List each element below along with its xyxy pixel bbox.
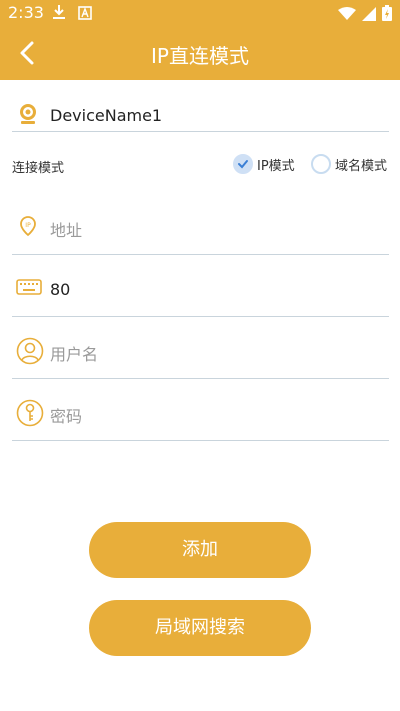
domain-mode-label: 域名模式 xyxy=(335,158,388,174)
domain-mode-radio[interactable]: 域名模式 xyxy=(311,154,387,174)
wifi-icon xyxy=(338,6,356,25)
radio-unchecked-icon[interactable] xyxy=(311,154,331,174)
user-icon xyxy=(16,337,44,365)
download-icon xyxy=(52,4,66,24)
battery-charging-icon xyxy=(382,5,392,25)
key-icon xyxy=(16,399,44,427)
check-icon[interactable] xyxy=(233,154,253,174)
username-input[interactable]: 用户名 xyxy=(50,341,98,365)
status-time: 2:33 xyxy=(8,3,44,22)
status-bar: 2:33 xyxy=(0,0,400,26)
keyboard-a-icon xyxy=(78,5,92,24)
port-field[interactable]: 80 xyxy=(12,255,389,317)
add-button[interactable]: 添加 xyxy=(89,522,311,578)
ip-mode-label: IP模式 xyxy=(257,158,295,174)
device-name-value[interactable]: DeviceName1 xyxy=(50,106,162,125)
username-field[interactable]: 用户名 xyxy=(12,317,389,379)
svg-text:IP: IP xyxy=(25,222,31,229)
password-input[interactable]: 密码 xyxy=(50,403,82,427)
keyboard-icon xyxy=(16,277,44,305)
port-input[interactable]: 80 xyxy=(50,280,70,299)
password-field[interactable]: 密码 xyxy=(12,379,389,441)
address-field[interactable]: IP 地址 xyxy=(12,193,389,255)
device-name-field[interactable]: DeviceName1 xyxy=(12,70,389,132)
ip-mode-radio[interactable]: IP模式 xyxy=(233,154,295,174)
page-title: IP直连模式 xyxy=(151,44,249,68)
connection-mode-label: 连接模式 xyxy=(12,161,65,176)
ip-pin-icon: IP xyxy=(16,214,44,242)
lan-search-button[interactable]: 局域网搜索 xyxy=(89,600,311,656)
address-input[interactable]: 地址 xyxy=(50,217,82,241)
camera-icon xyxy=(16,102,44,130)
signal-icon xyxy=(362,6,376,25)
